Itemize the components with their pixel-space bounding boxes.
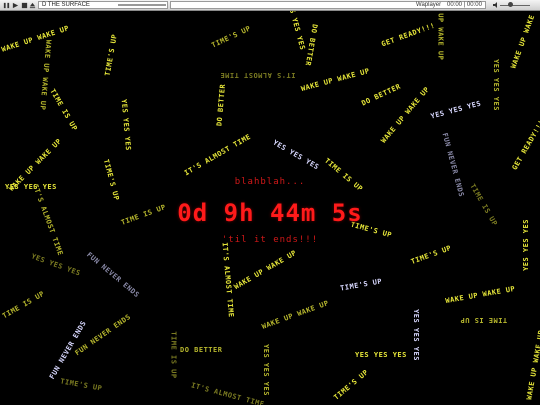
animation-scene: WAKE UP WAKE UP TIME'S UP WAKE UP WAKE U… [0,11,540,405]
floating-word: TIME'S UP [59,377,103,393]
floating-word: WAKE UP WAKE UP [232,248,298,292]
floating-word: WAKE UP WAKE UP [436,11,445,61]
volume-track[interactable] [500,5,530,6]
floating-word: WAKE UP WAKE UP [0,24,71,54]
floating-word: IT'S ALMOST TIME [183,132,253,178]
floating-word: TIME'S UP [409,243,453,267]
floating-word: TIME IS UP [48,87,79,133]
floating-word: IT'S ALMOST TIME [220,71,296,79]
floating-word: TIME'S UP [103,33,119,77]
progress-bar[interactable] [118,4,166,6]
floating-word: YES YES YES [271,138,321,172]
eject-icon[interactable] [28,1,36,9]
floating-word: FUN NEVER ENDS [85,250,141,300]
volume-icon[interactable] [493,2,499,8]
floating-word: TIME IS UP [1,289,46,321]
floating-word: TIME'S UP [210,24,253,50]
floating-word: TIME'S UP [339,277,383,293]
track-title: D THE SURFACE [42,2,90,8]
countdown-after-label: 'til it ends!!! [221,235,319,245]
floating-word: GET READY!!! [510,118,540,172]
floating-word: YES YES YES [119,98,133,152]
floating-word: TIME IS UP [460,316,508,324]
floating-word: WAKE UP WAKE UP [300,66,371,94]
play-icon[interactable] [11,1,19,9]
floating-word: WAKE UP WAKE UP [525,329,540,401]
floating-word: GET READY!!! [380,21,437,49]
floating-word: YES YES YES [411,309,420,361]
floating-word: YES YES YES [261,344,270,396]
floating-word: TIME IS UP [169,331,178,379]
floating-word: IT'S ALMOST TIME [220,242,235,318]
floating-word: TIME IS UP [322,156,365,194]
floating-word: WAKE UP WAKE UP [260,299,330,331]
floating-word: YES YES YES [285,11,307,52]
floating-word: IT'S ALMOST TIME [190,381,266,405]
floating-word: DO BETTER [180,346,223,354]
floating-word: DO BETTER [360,82,403,108]
floating-word: TIME'S UP [332,368,371,402]
volume-control[interactable] [493,1,531,9]
countdown-timer: 0d 9h 44m 5s [177,199,363,227]
player-bar: D THE SURFACE Waplayer 00:00 | 00:00 [0,0,540,11]
floating-word: FUN NEVER ENDS [440,132,466,198]
countdown-before-label: blahblah... [234,177,306,187]
floating-word: WAKE UP WAKE UP [38,39,53,111]
stop-icon[interactable] [20,1,28,9]
floating-word: WAKE UP WAKE UP [444,284,516,306]
pause-icon[interactable] [2,1,10,9]
player-name: Waplayer [416,2,442,8]
floating-word: WAKE UP WAKE UP [509,11,540,70]
time-readout: 00:00 | 00:00 [447,2,482,8]
floating-word: YES YES YES [429,99,483,121]
floating-word: YES YES YES [491,59,500,111]
floating-word: DO BETTER [303,23,319,67]
floating-word: YES YES YES [355,351,407,359]
floating-word: DO BETTER [215,83,228,127]
volume-knob[interactable] [508,2,513,7]
